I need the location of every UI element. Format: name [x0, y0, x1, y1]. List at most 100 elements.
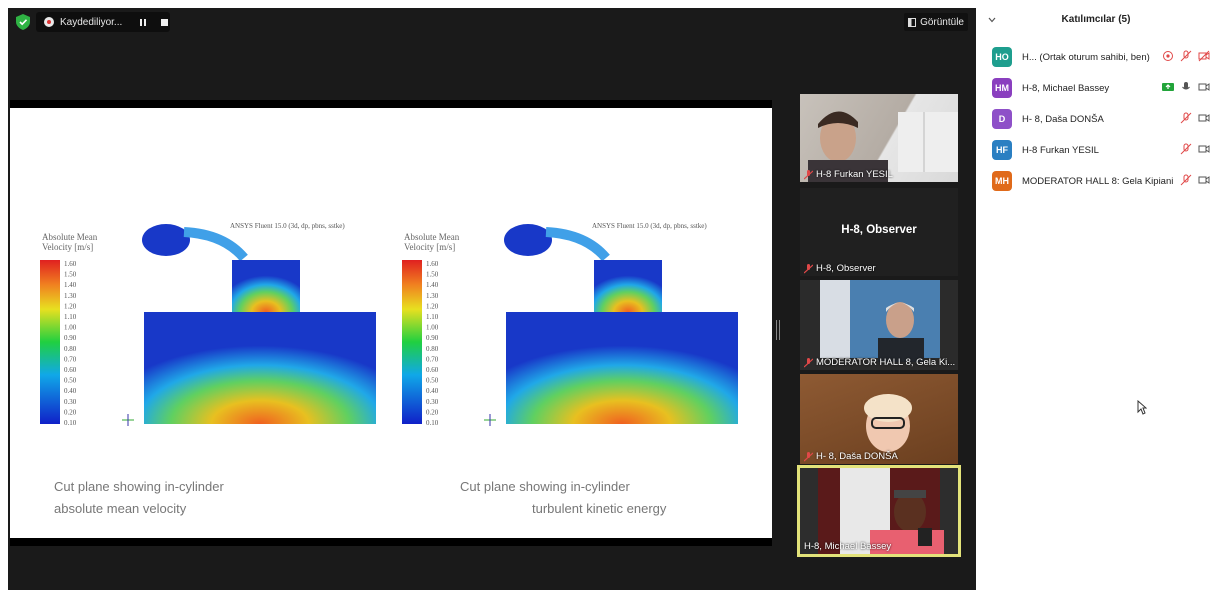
view-button[interactable]: Görüntüle [904, 13, 968, 31]
cfd-plot-right: Absolute Mean Velocity [m/s] ANSYS Fluen… [402, 222, 738, 427]
legend-tick-label: 1.40 [426, 281, 439, 289]
legend-tick-label: 0.90 [426, 334, 439, 342]
participant-name: H-8 Furkan YESIL [1022, 144, 1099, 156]
mic-muted-icon[interactable] [1180, 174, 1192, 186]
avatar: D [992, 109, 1012, 129]
recording-label: Kaydediliyor... [60, 16, 123, 28]
svg-text:Velocity [m/s]: Velocity [m/s] [404, 242, 455, 252]
legend-tick-label: 0.20 [64, 408, 77, 416]
legend-tick-label: 0.80 [64, 345, 77, 353]
avatar: HO [992, 47, 1012, 67]
splitter-handle[interactable] [776, 320, 780, 340]
screen-share-icon [1162, 83, 1174, 91]
video-tile-moderator[interactable]: MODERATOR HALL 8, Gela Ki... [800, 280, 958, 370]
legend-tick-label: 0.10 [64, 419, 77, 427]
video-off-icon[interactable] [1198, 81, 1210, 93]
video-tile-observer[interactable]: H-8, Observer H-8, Observer [800, 188, 958, 276]
legend-tick-label: 1.50 [426, 271, 439, 279]
participant-row[interactable]: MH MODERATOR HALL 8: Gela Kipiani [992, 169, 1212, 193]
video-off-icon[interactable] [1198, 112, 1210, 124]
legend-tick-label: 1.20 [426, 302, 439, 310]
avatar: HM [992, 78, 1012, 98]
video-tile-furkan[interactable]: H-8 Furkan YESIL [800, 94, 958, 182]
participant-row[interactable]: HF H-8 Furkan YESIL [992, 138, 1212, 162]
legend-tick-label: 0.20 [426, 408, 439, 416]
security-shield-icon[interactable] [16, 14, 30, 30]
participant-row[interactable]: HM H-8, Michael Bassey [992, 76, 1212, 100]
mouse-cursor-icon [1137, 400, 1147, 415]
legend-tick-label: 0.70 [64, 355, 77, 363]
presentation-slide: Absolute Mean Velocity [m/s] ANSYS Fluen… [10, 108, 772, 538]
pause-recording-icon[interactable] [140, 18, 147, 26]
legend-tick-label: 1.00 [426, 324, 439, 332]
cfd-plot-left: Absolute Mean Velocity [m/s] ANSYS Fluen… [40, 222, 376, 427]
caption-left-line1: Cut plane showing in-cylinder [54, 479, 224, 494]
legend-tick-label: 1.00 [64, 324, 77, 332]
mic-muted-icon[interactable] [1180, 50, 1192, 62]
legend-tick-label: 0.30 [426, 398, 439, 406]
video-off-icon[interactable] [1198, 143, 1210, 155]
svg-text:Absolute Mean: Absolute Mean [404, 232, 460, 242]
legend-tick-label: 0.60 [64, 366, 77, 374]
participant-name: H... (Ortak oturum sahibi, ben) [1022, 51, 1150, 63]
record-icon [44, 17, 54, 27]
participants-title: Katılımcılar (5) [1061, 14, 1131, 25]
participant-name: H-8, Michael Bassey [1022, 82, 1110, 94]
legend-tick-label: 0.40 [426, 387, 439, 395]
legend-tick-label: 1.10 [426, 313, 439, 321]
legend-tick-label: 0.10 [426, 419, 439, 427]
view-layout-icon [908, 17, 917, 27]
participants-panel: Katılımcılar (5) HO H... (Ortak oturum s… [976, 0, 1216, 590]
zoom-window: Kaydediliyor... Görüntüle Absolute Mean … [0, 0, 1216, 590]
caption-right-line2: turbulent kinetic energy [532, 501, 667, 516]
participant-row[interactable]: D H- 8, Daša DONŠA [992, 107, 1212, 131]
legend-tick-label: 1.40 [64, 281, 77, 289]
legend-tick-label: 1.30 [64, 292, 77, 300]
mic-muted-icon[interactable] [1180, 143, 1192, 155]
legend-tick-label: 0.50 [426, 377, 439, 385]
video-tile-dasa[interactable]: H- 8, Daša DONŠA [800, 374, 958, 464]
legend-tick-label: 1.60 [426, 260, 439, 268]
mic-muted-icon [804, 357, 813, 367]
legend-tick-label: 1.30 [426, 292, 439, 300]
recording-status-icon [1163, 51, 1173, 61]
caption-left-line2: absolute mean velocity [54, 501, 187, 516]
shared-screen: Absolute Mean Velocity [m/s] ANSYS Fluen… [10, 100, 772, 546]
legend-tick-label: 1.60 [64, 260, 77, 268]
video-off-icon[interactable] [1198, 50, 1210, 62]
tile-name: MODERATOR HALL 8, Gela Ki... [804, 357, 955, 368]
caption-right-line1: Cut plane showing in-cylinder [460, 479, 630, 494]
tile-name: H-8, Michael Bassey [804, 541, 892, 552]
mic-muted-icon [804, 263, 813, 273]
participant-row[interactable]: HO H... (Ortak oturum sahibi, ben) [992, 45, 1212, 69]
tile-name: H-8 Furkan YESIL [804, 169, 893, 180]
tile-name: H-8, Observer [804, 263, 876, 274]
legend-tick-label: 0.70 [426, 355, 439, 363]
svg-text:Absolute Mean: Absolute Mean [42, 232, 98, 242]
caption-left: Cut plane showing in-cylinder absolute m… [54, 476, 224, 520]
participant-name: MODERATOR HALL 8: Gela Kipiani [1022, 175, 1174, 187]
tile-name: H- 8, Daša DONŠA [804, 451, 898, 462]
legend-tick-label: 0.50 [64, 377, 77, 385]
mic-muted-icon[interactable] [1180, 112, 1192, 124]
stop-recording-icon[interactable] [161, 18, 169, 26]
legend-tick-label: 0.40 [64, 387, 77, 395]
legend-tick-label: 0.90 [64, 334, 77, 342]
mic-muted-icon [804, 451, 813, 461]
view-button-label: Görüntüle [920, 16, 964, 28]
svg-text:ANSYS Fluent 15.0 (3d, dp, pbn: ANSYS Fluent 15.0 (3d, dp, pbns, sstke) [592, 222, 707, 230]
recording-indicator: Kaydediliyor... [36, 12, 170, 32]
legend-tick-label: 1.50 [64, 271, 77, 279]
svg-text:ANSYS Fluent 15.0 (3d, dp, pbn: ANSYS Fluent 15.0 (3d, dp, pbns, sstke) [230, 222, 345, 230]
video-off-icon[interactable] [1198, 174, 1210, 186]
svg-text:Velocity [m/s]: Velocity [m/s] [42, 242, 93, 252]
participant-name: H- 8, Daša DONŠA [1022, 113, 1104, 125]
mic-on-icon[interactable] [1180, 81, 1192, 93]
meeting-top-bar: Kaydediliyor... Görüntüle [8, 8, 976, 36]
legend-tick-label: 0.30 [64, 398, 77, 406]
legend-tick-label: 0.80 [426, 345, 439, 353]
legend-tick-label: 1.10 [64, 313, 77, 321]
video-tile-michael-active-speaker[interactable]: H-8, Michael Bassey [797, 465, 961, 557]
mic-muted-icon [804, 169, 813, 179]
legend-tick-label: 0.60 [426, 366, 439, 374]
